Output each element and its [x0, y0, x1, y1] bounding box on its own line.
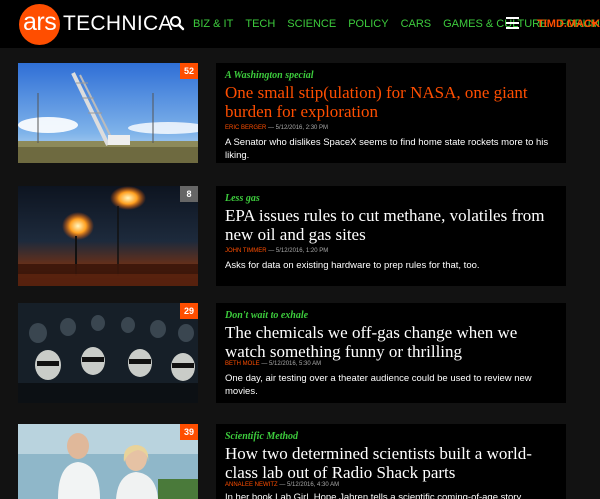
article-thumbnail-scientists-lab[interactable]	[18, 424, 198, 499]
article-card: Less gas EPA issues rules to cut methane…	[216, 186, 566, 286]
article-date: — 5/12/2016, 5:30 AM	[261, 361, 322, 367]
article-title[interactable]: How two determined scientists built a wo…	[225, 444, 560, 482]
article-date: — 5/12/2016, 2:30 PM	[268, 125, 329, 131]
article-date: — 5/12/2016, 4:30 AM	[279, 482, 340, 488]
article-item[interactable]: 52 A Washington special One small stip(u…	[18, 63, 566, 163]
article-title[interactable]: EPA issues rules to cut methane, volatil…	[225, 206, 560, 244]
article-item[interactable]: 8 Less gas EPA issues rules to cut metha…	[18, 186, 566, 286]
hamburger-menu-icon[interactable]	[506, 17, 519, 29]
article-item[interactable]: 29 Don't wait to exhale The chemicals we…	[18, 303, 566, 403]
article-thumbnail-theater-audience[interactable]	[18, 303, 198, 403]
comment-count-badge[interactable]: 39	[180, 424, 198, 440]
nav-biz-it[interactable]: BIZ & IT	[193, 17, 233, 31]
logo-ars-text[interactable]: ars	[23, 7, 57, 37]
article-excerpt: A Senator who dislikes SpaceX seems to f…	[225, 137, 549, 161]
article-excerpt: In her book Lab Girl, Hope Jahren tells …	[225, 492, 524, 499]
article-kicker: Less gas	[225, 193, 260, 204]
nav-cars[interactable]: CARS	[401, 17, 432, 31]
article-date: — 5/12/2016, 1:20 PM	[268, 248, 329, 254]
article-byline: ERIC BERGER — 5/12/2016, 2:30 PM	[225, 124, 328, 132]
article-card: Don't wait to exhale The chemicals we of…	[216, 303, 566, 403]
logo-technica-text[interactable]: TECHNICA	[63, 12, 173, 36]
article-kicker: Scientific Method	[225, 431, 299, 442]
article-title[interactable]: One small stip(ulation) for NASA, one gi…	[225, 83, 560, 121]
article-thumbnail-gas-flare[interactable]	[18, 186, 198, 286]
chevron-down-icon[interactable]	[591, 22, 597, 26]
article-kicker: A Washington special	[225, 70, 314, 81]
article-author[interactable]: ERIC BERGER	[225, 125, 266, 131]
article-author[interactable]: ANNALEE NEWITZ	[225, 482, 278, 488]
article-card: A Washington special One small stip(ulat…	[216, 63, 566, 163]
article-byline: ANNALEE NEWITZ — 5/12/2016, 4:30 AM	[225, 481, 339, 489]
nav-science[interactable]: SCIENCE	[287, 17, 336, 31]
article-kicker: Don't wait to exhale	[225, 310, 309, 321]
article-byline: JOHN TIMMER — 5/12/2016, 1:20 PM	[225, 247, 328, 255]
article-author[interactable]: BETH MOLE	[225, 361, 260, 367]
article-item[interactable]: 39 Scientific Method How two determined …	[18, 424, 566, 499]
article-byline: BETH MOLE — 5/12/2016, 5:30 AM	[225, 360, 321, 368]
site-header: ars TECHNICA BIZ & IT TECH SCIENCE POLIC…	[0, 0, 600, 48]
article-excerpt: Asks for data on existing hardware to pr…	[225, 260, 480, 271]
comment-count-badge[interactable]: 8	[180, 186, 198, 202]
article-excerpt: One day, air testing over a theater audi…	[225, 373, 532, 397]
search-icon[interactable]	[169, 15, 185, 31]
comment-count-badge[interactable]: 29	[180, 303, 198, 319]
nav-tech[interactable]: TECH	[245, 17, 275, 31]
article-card: Scientific Method How two determined sci…	[216, 424, 566, 499]
article-thumbnail-rocket[interactable]	[18, 63, 198, 163]
comment-count-badge[interactable]: 52	[180, 63, 198, 79]
nav-games-culture[interactable]: GAMES & CULTURE	[443, 17, 547, 31]
article-author[interactable]: JOHN TIMMER	[225, 248, 267, 254]
article-title[interactable]: The chemicals we off-gas change when we …	[225, 323, 560, 361]
nav-policy[interactable]: POLICY	[348, 17, 388, 31]
